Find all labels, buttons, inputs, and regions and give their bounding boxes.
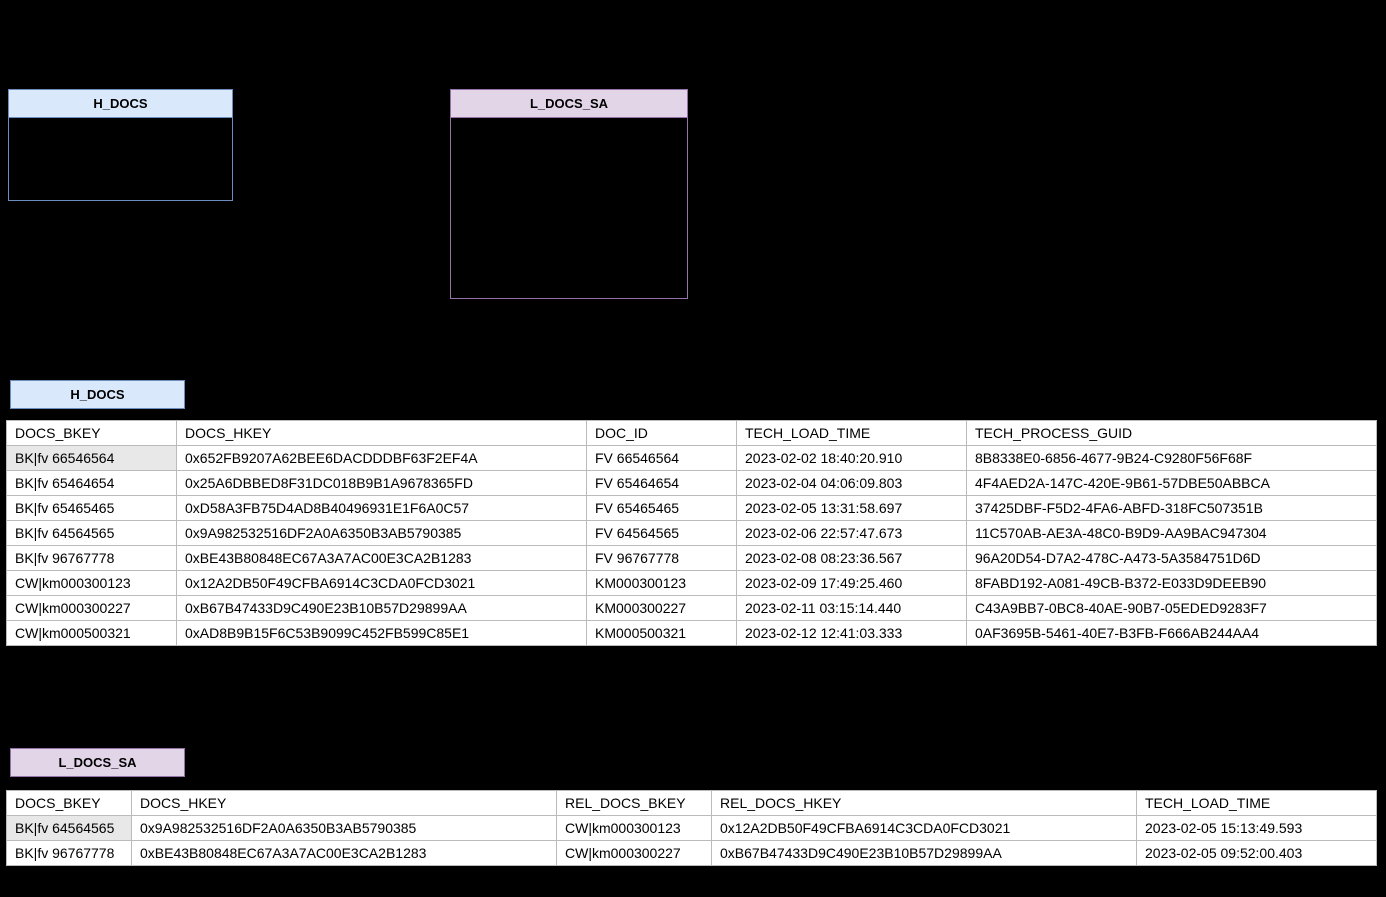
table-row: CW|km0003002270xB67B47433D9C490E23B10B57…: [7, 596, 1377, 621]
table-row: BK|fv 654654650xD58A3FB75D4AD8B40496931E…: [7, 496, 1377, 521]
table-cell: BK|fv 96767778: [7, 546, 177, 571]
table-cell: CW|km000300227: [7, 596, 177, 621]
table-cell: 0x12A2DB50F49CFBA6914C3CDA0FCD3021: [177, 571, 587, 596]
table-tab-l-docs-sa: L_DOCS_SA: [10, 748, 185, 777]
table-cell: 96A20D54-D7A2-478C-A473-5A3584751D6D: [967, 546, 1377, 571]
diagram-stage: H_DOCS L_DOCS_SA H_DOCS DOCS_BKEY DOCS_H…: [0, 0, 1386, 897]
table-cell: BK|fv 65464654: [7, 471, 177, 496]
table-row: BK|fv 967677780xBE43B80848EC67A3A7AC00E3…: [7, 546, 1377, 571]
table-cell: 2023-02-02 18:40:20.910: [737, 446, 967, 471]
table-cell: 0xBE43B80848EC67A3A7AC00E3CA2B1283: [177, 546, 587, 571]
table-row: BK|fv 645645650x9A982532516DF2A0A6350B3A…: [7, 816, 1377, 841]
table-cell: CW|km000500321: [7, 621, 177, 646]
table-cell: 2023-02-05 09:52:00.403: [1137, 841, 1377, 866]
table-cell: 0xAD8B9B15F6C53B9099C452FB599C85E1: [177, 621, 587, 646]
table-cell: BK|fv 65465465: [7, 496, 177, 521]
table-cell: 0xB67B47433D9C490E23B10B57D29899AA: [177, 596, 587, 621]
entity-box-h-docs: H_DOCS: [8, 89, 233, 201]
table-cell: 8FABD192-A081-49CB-B372-E033D9DEEB90: [967, 571, 1377, 596]
table-cell: 0x652FB9207A62BEE6DACDDDBF63F2EF4A: [177, 446, 587, 471]
col-header: DOC_ID: [587, 421, 737, 446]
table-cell: KM000300227: [587, 596, 737, 621]
table-cell: 0AF3695B-5461-40E7-B3FB-F666AB244AA4: [967, 621, 1377, 646]
table-cell: BK|fv 66546564: [7, 446, 177, 471]
table-cell: FV 96767778: [587, 546, 737, 571]
col-header: TECH_LOAD_TIME: [1137, 791, 1377, 816]
col-header: TECH_LOAD_TIME: [737, 421, 967, 446]
col-header: DOCS_HKEY: [177, 421, 587, 446]
table-cell: 2023-02-11 03:15:14.440: [737, 596, 967, 621]
table-cell: 0x12A2DB50F49CFBA6914C3CDA0FCD3021: [712, 816, 1137, 841]
table-cell: 4F4AED2A-147C-420E-9B61-57DBE50ABBCA: [967, 471, 1377, 496]
entity-title-h-docs: H_DOCS: [9, 90, 232, 118]
table-cell: FV 66546564: [587, 446, 737, 471]
table-cell: FV 65464654: [587, 471, 737, 496]
table-cell: 2023-02-09 17:49:25.460: [737, 571, 967, 596]
table-cell: FV 64564565: [587, 521, 737, 546]
col-header: REL_DOCS_BKEY: [557, 791, 712, 816]
table-cell: CW|km000300227: [557, 841, 712, 866]
table-cell: 0x9A982532516DF2A0A6350B3AB5790385: [132, 816, 557, 841]
table-tab-h-docs: H_DOCS: [10, 380, 185, 409]
table-cell: CW|km000300123: [557, 816, 712, 841]
col-header: REL_DOCS_HKEY: [712, 791, 1137, 816]
table-cell: CW|km000300123: [7, 571, 177, 596]
table-row: BK|fv 654646540x25A6DBBED8F31DC018B9B1A9…: [7, 471, 1377, 496]
table-head: DOCS_BKEY DOCS_HKEY REL_DOCS_BKEY REL_DO…: [7, 791, 1377, 816]
table-cell: 0x9A982532516DF2A0A6350B3AB5790385: [177, 521, 587, 546]
table-cell: 2023-02-04 04:06:09.803: [737, 471, 967, 496]
col-header: DOCS_BKEY: [7, 421, 177, 446]
table-head: DOCS_BKEY DOCS_HKEY DOC_ID TECH_LOAD_TIM…: [7, 421, 1377, 446]
table-cell: 8B8338E0-6856-4677-9B24-C9280F56F68F: [967, 446, 1377, 471]
table-cell: 0xB67B47433D9C490E23B10B57D29899AA: [712, 841, 1137, 866]
table-cell: 2023-02-06 22:57:47.673: [737, 521, 967, 546]
table-cell: C43A9BB7-0BC8-40AE-90B7-05EDED9283F7: [967, 596, 1377, 621]
entity-box-l-docs-sa: L_DOCS_SA: [450, 89, 688, 299]
col-header: DOCS_HKEY: [132, 791, 557, 816]
table-cell: 2023-02-08 08:23:36.567: [737, 546, 967, 571]
table-cell: 37425DBF-F5D2-4FA6-ABFD-318FC507351B: [967, 496, 1377, 521]
table-cell: 0xD58A3FB75D4AD8B40496931E1F6A0C57: [177, 496, 587, 521]
table-row: CW|km0003001230x12A2DB50F49CFBA6914C3CDA…: [7, 571, 1377, 596]
table-cell: KM000500321: [587, 621, 737, 646]
table-cell: BK|fv 64564565: [7, 816, 132, 841]
table-row: BK|fv 967677780xBE43B80848EC67A3A7AC00E3…: [7, 841, 1377, 866]
table-row: BK|fv 645645650x9A982532516DF2A0A6350B3A…: [7, 521, 1377, 546]
data-table-h-docs: DOCS_BKEY DOCS_HKEY DOC_ID TECH_LOAD_TIM…: [6, 420, 1377, 646]
table-cell: BK|fv 96767778: [7, 841, 132, 866]
col-header: TECH_PROCESS_GUID: [967, 421, 1377, 446]
table-cell: 0x25A6DBBED8F31DC018B9B1A9678365FD: [177, 471, 587, 496]
col-header: DOCS_BKEY: [7, 791, 132, 816]
table-cell: 11C570AB-AE3A-48C0-B9D9-AA9BAC947304: [967, 521, 1377, 546]
table-row: BK|fv 665465640x652FB9207A62BEE6DACDDDBF…: [7, 446, 1377, 471]
table-cell: 2023-02-05 13:31:58.697: [737, 496, 967, 521]
table-cell: 2023-02-05 15:13:49.593: [1137, 816, 1377, 841]
entity-title-l-docs-sa: L_DOCS_SA: [451, 90, 687, 118]
data-table-l-docs-sa: DOCS_BKEY DOCS_HKEY REL_DOCS_BKEY REL_DO…: [6, 790, 1377, 866]
table-cell: 0xBE43B80848EC67A3A7AC00E3CA2B1283: [132, 841, 557, 866]
table-cell: KM000300123: [587, 571, 737, 596]
table-row: CW|km0005003210xAD8B9B15F6C53B9099C452FB…: [7, 621, 1377, 646]
table-cell: FV 65465465: [587, 496, 737, 521]
table-cell: BK|fv 64564565: [7, 521, 177, 546]
table-cell: 2023-02-12 12:41:03.333: [737, 621, 967, 646]
